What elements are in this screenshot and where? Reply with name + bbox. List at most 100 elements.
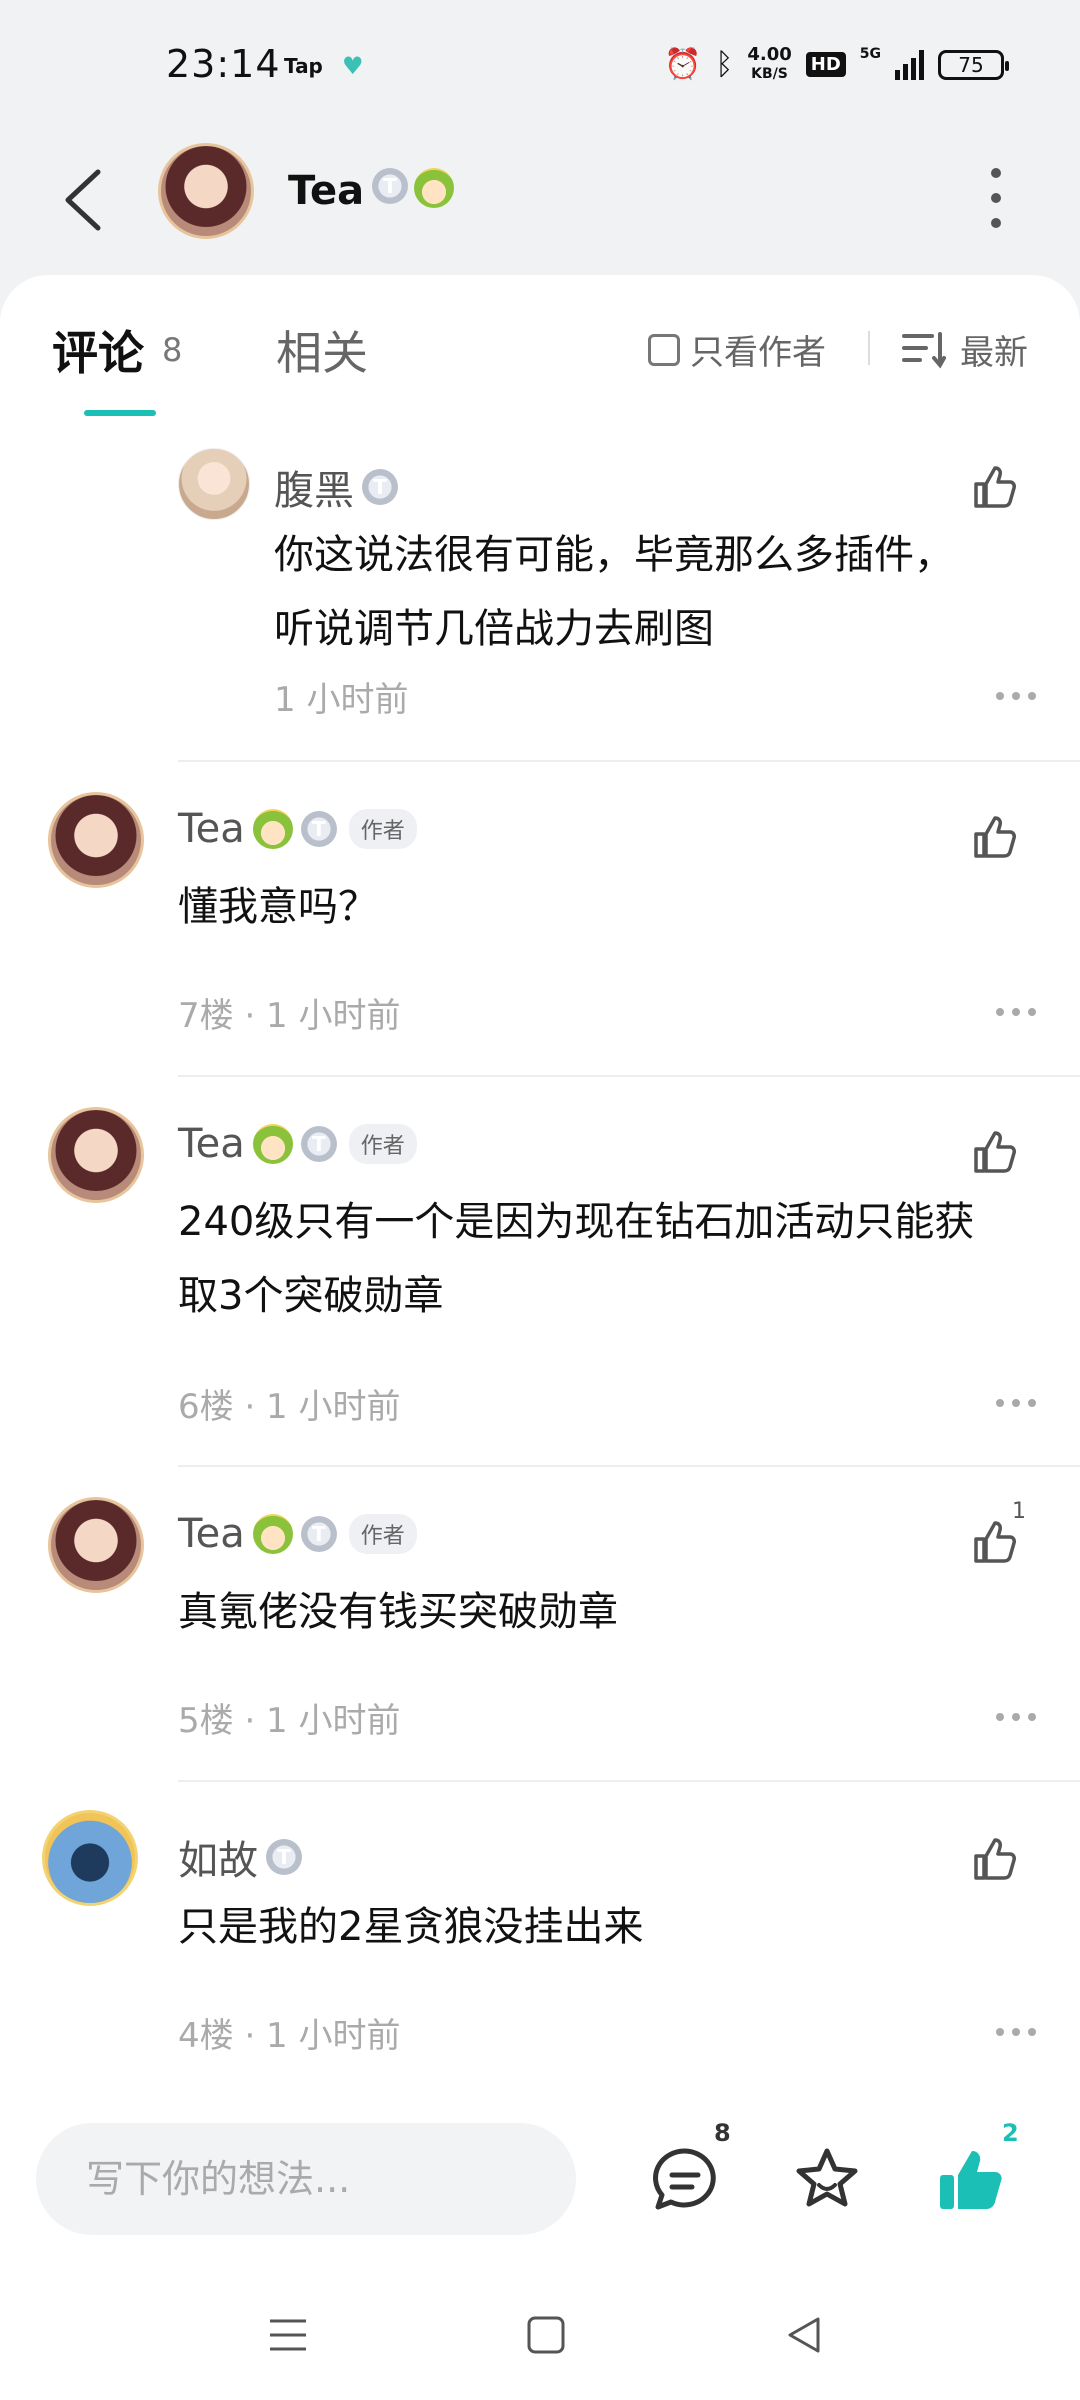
comments-count: 8 bbox=[162, 331, 183, 369]
back-nav-icon[interactable] bbox=[782, 2313, 826, 2357]
only-author-label: 只看作者 bbox=[690, 333, 826, 373]
comment-divider bbox=[178, 1465, 1080, 1467]
only-author-toggle[interactable]: 只看作者 bbox=[648, 325, 826, 374]
level-badge-icon: T bbox=[300, 1516, 337, 1552]
alarm-icon: ⏰ bbox=[663, 47, 702, 82]
speed-unit: KB/S bbox=[751, 66, 788, 82]
like-count-badge: 2 bbox=[1002, 2119, 1019, 2147]
comment-meta: 4楼 · 1 小时前 bbox=[178, 2016, 401, 2056]
comment-item: Tea T 作者 懂我意吗？ 7楼 · 1 小时前 bbox=[0, 790, 1080, 1080]
divider bbox=[868, 331, 870, 365]
comment-item: 如故 T 只是我的2星贪狼没挂出来 4楼 · 1 小时前 bbox=[0, 1810, 1080, 2095]
commenter-name[interactable]: 如故 bbox=[178, 1828, 258, 1886]
tap-app-indicator: Tap bbox=[284, 54, 323, 78]
commenter-name[interactable]: Tea bbox=[178, 806, 245, 852]
commenter-name[interactable]: Tea bbox=[178, 1511, 245, 1557]
speed-value: 4.00 bbox=[747, 44, 792, 65]
comment-text: 懂我意吗？ bbox=[178, 870, 378, 944]
commenter-name-row: 如故 T bbox=[178, 1828, 302, 1886]
comment-divider bbox=[178, 1075, 1080, 1077]
menu-icon[interactable] bbox=[266, 2313, 310, 2357]
level-badge-icon: T bbox=[300, 811, 337, 847]
like-icon[interactable] bbox=[970, 1127, 1020, 1177]
hd-icon: HD bbox=[805, 52, 846, 77]
comment-item: Tea T 作者 240级只有一个是因为现在钻石加活动只能获 取3个突破勋章 6… bbox=[0, 1105, 1080, 1465]
sort-icon bbox=[902, 331, 946, 368]
like-icon[interactable] bbox=[970, 1834, 1020, 1884]
comment-divider bbox=[178, 760, 1080, 762]
author-tag: 作者 bbox=[348, 1514, 417, 1554]
like-icon[interactable] bbox=[970, 812, 1020, 862]
commenter-name-row: Tea T 作者 bbox=[178, 1511, 417, 1557]
more-options-icon[interactable] bbox=[988, 168, 1004, 228]
status-bar: 23:14 Tap ♥ ⏰ ᛒ 4.00 KB/S HD 5G 75 bbox=[0, 0, 1080, 130]
network-speed: 4.00 KB/S bbox=[747, 46, 791, 83]
post-header: Tea T bbox=[0, 130, 1080, 275]
back-arrow-icon[interactable] bbox=[56, 160, 116, 240]
comment-text: 你这说法很有可能，毕竟那么多插件， 听说调节几倍战力去刷图 bbox=[274, 518, 954, 666]
level-badge-icon: T bbox=[362, 469, 398, 505]
commenter-name-row: Tea T 作者 bbox=[178, 806, 417, 852]
status-time: 23:14 bbox=[166, 42, 281, 86]
comment-line: 真氪佬没有钱买突破勋章 bbox=[178, 1589, 618, 1635]
checkbox-icon[interactable] bbox=[648, 333, 680, 366]
heart-icon: ♥ bbox=[342, 52, 364, 80]
commenter-avatar[interactable] bbox=[178, 448, 250, 520]
commenter-avatar[interactable] bbox=[48, 792, 144, 888]
commenter-avatar[interactable] bbox=[48, 1107, 144, 1203]
comment-more-icon[interactable] bbox=[996, 2028, 1036, 2036]
network-type: 5G bbox=[859, 46, 881, 62]
character-badge-icon bbox=[252, 809, 293, 849]
bottom-action-bar: 写下你的想法... 8 2 bbox=[0, 2095, 1080, 2275]
character-badge-icon bbox=[414, 168, 454, 208]
comment-text: 只是我的2星贪狼没挂出来 bbox=[178, 1890, 643, 1964]
sort-label: 最新 bbox=[960, 333, 1028, 373]
comment-item: 腹黑 T 你这说法很有可能，毕竟那么多插件， 听说调节几倍战力去刷图 1 小时前 bbox=[0, 440, 1080, 760]
comment-meta: 7楼 · 1 小时前 bbox=[178, 996, 401, 1036]
level-badge-icon: T bbox=[266, 1839, 302, 1875]
like-count: 1 bbox=[1012, 1499, 1026, 1524]
sort-toggle[interactable]: 最新 bbox=[902, 325, 1028, 374]
commenter-name[interactable]: 腹黑 bbox=[274, 458, 354, 516]
character-badge-icon bbox=[252, 1124, 293, 1164]
author-badges: T bbox=[372, 168, 454, 208]
commenter-name-row: Tea T 作者 bbox=[178, 1121, 417, 1167]
comment-meta: 6楼 · 1 小时前 bbox=[178, 1387, 401, 1427]
author-tag: 作者 bbox=[348, 809, 417, 849]
commenter-avatar[interactable] bbox=[48, 1497, 144, 1593]
comment-text: 真氪佬没有钱买突破勋章 bbox=[178, 1575, 618, 1649]
comment-meta: 1 小时前 bbox=[274, 680, 409, 720]
like-icon[interactable] bbox=[970, 462, 1020, 512]
commenter-name[interactable]: Tea bbox=[178, 1121, 245, 1167]
status-icons: ⏰ ᛒ 4.00 KB/S HD 5G 75 bbox=[663, 46, 1009, 83]
comment-line: 懂我意吗？ bbox=[178, 884, 378, 930]
comment-item: Tea T 作者 真氪佬没有钱买突破勋章 5楼 · 1 小时前 1 bbox=[0, 1495, 1080, 1780]
author-avatar[interactable] bbox=[158, 143, 254, 239]
system-nav-bar bbox=[0, 2275, 1080, 2400]
comment-icon[interactable] bbox=[650, 2145, 720, 2215]
battery-icon: 75 bbox=[938, 49, 1009, 80]
like-icon[interactable] bbox=[970, 1517, 1020, 1567]
comment-input[interactable]: 写下你的想法... bbox=[36, 2123, 576, 2235]
active-tab-indicator bbox=[84, 410, 156, 416]
favorite-star-icon[interactable] bbox=[792, 2145, 862, 2215]
comment-divider bbox=[178, 1780, 1080, 1782]
level-badge-icon: T bbox=[372, 168, 408, 204]
comment-more-icon[interactable] bbox=[996, 692, 1036, 700]
tab-related[interactable]: 相关 bbox=[276, 317, 368, 383]
comment-line: 取3个突破勋章 bbox=[178, 1273, 444, 1319]
commenter-avatar[interactable] bbox=[42, 1810, 138, 1906]
author-name[interactable]: Tea bbox=[288, 168, 364, 214]
comment-more-icon[interactable] bbox=[996, 1713, 1036, 1721]
level-badge-icon: T bbox=[300, 1126, 337, 1162]
comment-count-badge: 8 bbox=[714, 2119, 731, 2147]
bluetooth-icon: ᛒ bbox=[715, 47, 734, 82]
comment-line: 你这说法很有可能，毕竟那么多插件， bbox=[274, 532, 954, 578]
like-filled-icon[interactable] bbox=[936, 2145, 1006, 2215]
comment-more-icon[interactable] bbox=[996, 1008, 1036, 1016]
tab-bar: 评论 8 相关 只看作者 最新 bbox=[0, 275, 1080, 416]
comment-more-icon[interactable] bbox=[996, 1399, 1036, 1407]
comment-text: 240级只有一个是因为现在钻石加活动只能获 取3个突破勋章 bbox=[178, 1185, 974, 1333]
tab-comments[interactable]: 评论 bbox=[52, 317, 144, 383]
home-icon[interactable] bbox=[524, 2313, 568, 2357]
